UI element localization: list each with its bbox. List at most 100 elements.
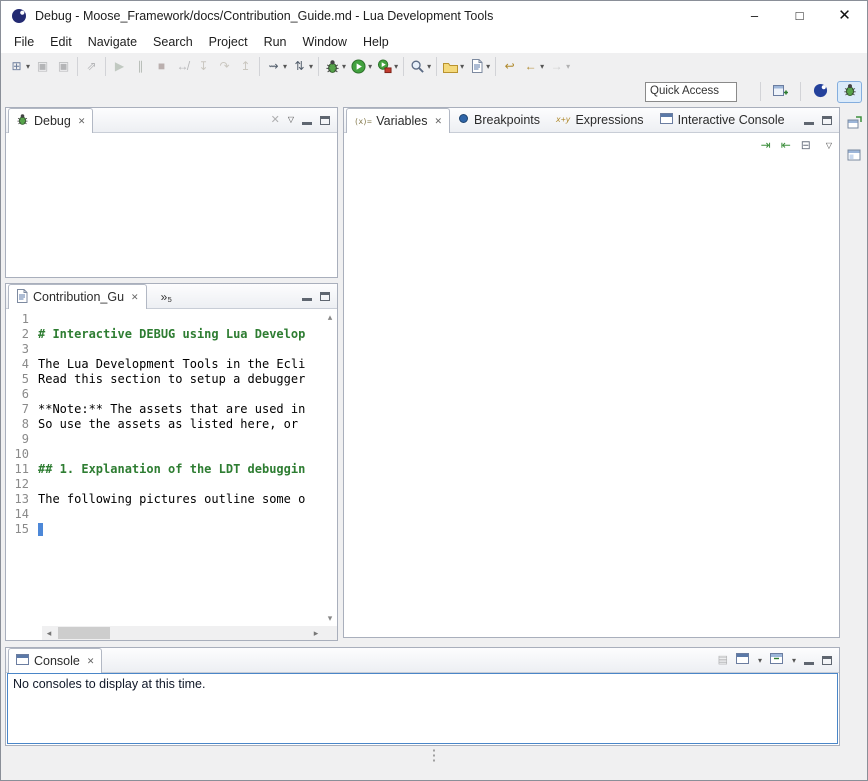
editor-line[interactable]: 6 bbox=[6, 387, 323, 402]
pin-view-icon[interactable]: ⇤ bbox=[781, 138, 791, 152]
line-number[interactable]: 1 bbox=[6, 312, 38, 327]
scrollbar-thumb[interactable] bbox=[58, 627, 110, 639]
tab-breakpoints[interactable]: Breakpoints bbox=[450, 107, 548, 132]
resize-grip[interactable]: ⋮ bbox=[427, 751, 442, 761]
scroll-up-icon[interactable]: ▴ bbox=[328, 312, 333, 323]
line-number[interactable]: 12 bbox=[6, 477, 38, 492]
open-console-icon[interactable] bbox=[770, 653, 783, 667]
menu-item-help[interactable]: Help bbox=[355, 32, 397, 52]
line-number[interactable]: 14 bbox=[6, 507, 38, 522]
sash-vertical[interactable] bbox=[338, 107, 343, 638]
dropdown-arrow-icon[interactable]: ▾ bbox=[792, 656, 796, 665]
tab-expressions[interactable]: x+y Expressions bbox=[548, 107, 652, 132]
maximize-view-button[interactable] bbox=[822, 116, 832, 125]
editor-line[interactable]: 8So use the assets as listed here, or bbox=[6, 417, 323, 432]
instruction-stepping-button[interactable]: ⇅▾ bbox=[289, 55, 315, 77]
tab-debug[interactable]: Debug ✕ bbox=[8, 108, 93, 133]
maximize-view-button[interactable] bbox=[320, 116, 330, 125]
new-lua-project-button[interactable]: ▾ bbox=[440, 55, 466, 77]
editor-line[interactable]: 4The Lua Development Tools in the Ecli bbox=[6, 357, 323, 372]
scroll-right-icon[interactable]: ▸ bbox=[309, 628, 323, 639]
editor-line[interactable]: 14 bbox=[6, 507, 323, 522]
line-number[interactable]: 2 bbox=[6, 327, 38, 342]
forward-button[interactable]: →▾ bbox=[546, 55, 572, 77]
close-icon[interactable]: ✕ bbox=[78, 116, 86, 127]
save-button[interactable]: ▣ bbox=[32, 55, 53, 77]
maximize-view-button[interactable] bbox=[822, 656, 832, 665]
editor-line[interactable]: 12 bbox=[6, 477, 323, 492]
menu-item-file[interactable]: File bbox=[6, 32, 42, 52]
line-number[interactable]: 8 bbox=[6, 417, 38, 432]
editor-line[interactable]: 10 bbox=[6, 447, 323, 462]
editor-line[interactable]: 9 bbox=[6, 432, 323, 447]
line-number[interactable]: 4 bbox=[6, 357, 38, 372]
minimize-view-button[interactable] bbox=[804, 655, 814, 665]
editor-line[interactable]: 2# Interactive DEBUG using Lua Develop bbox=[6, 327, 323, 342]
line-number[interactable]: 9 bbox=[6, 432, 38, 447]
step-filters-button[interactable]: ⇝▾ bbox=[263, 55, 289, 77]
debug-perspective-button[interactable] bbox=[837, 81, 862, 103]
menu-item-edit[interactable]: Edit bbox=[42, 32, 80, 52]
line-number[interactable]: 7 bbox=[6, 402, 38, 417]
step-over-button[interactable]: ↷ bbox=[214, 55, 235, 77]
skip-all-breakpoints-button[interactable]: ⇗ bbox=[81, 55, 102, 77]
line-number[interactable]: 3 bbox=[6, 342, 38, 357]
remove-all-terminated-icon[interactable]: ✕ bbox=[271, 114, 280, 126]
editor-line[interactable]: 13The following pictures outline some o bbox=[6, 492, 323, 507]
pin-console-icon[interactable]: ▤ bbox=[718, 654, 728, 666]
vertical-scrollbar[interactable]: ▴ ▾ bbox=[323, 310, 337, 626]
view-menu-icon[interactable]: ▽ bbox=[826, 141, 832, 150]
menu-item-project[interactable]: Project bbox=[201, 32, 256, 52]
menu-item-search[interactable]: Search bbox=[145, 32, 201, 52]
external-tools-button[interactable]: ▾ bbox=[374, 55, 400, 77]
scroll-left-icon[interactable]: ◂ bbox=[42, 628, 56, 639]
tab-variables[interactable]: (x)= Variables ✕ bbox=[346, 108, 450, 133]
minimize-view-button[interactable] bbox=[302, 291, 312, 301]
tab-console[interactable]: Console ✕ bbox=[8, 648, 102, 673]
debug-button[interactable]: ▾ bbox=[322, 55, 348, 77]
disconnect-button[interactable]: ↮ bbox=[172, 55, 193, 77]
scroll-down-icon[interactable]: ▾ bbox=[328, 613, 333, 624]
close-icon[interactable]: ✕ bbox=[87, 656, 95, 667]
close-icon[interactable]: ✕ bbox=[131, 292, 139, 303]
tab-interactive-console[interactable]: Interactive Console bbox=[652, 107, 793, 132]
view-menu-icon[interactable]: ▽ bbox=[288, 114, 294, 126]
search-tool-button[interactable]: ▾ bbox=[407, 55, 433, 77]
close-icon[interactable]: ✕ bbox=[434, 116, 442, 127]
show-logical-structure-icon[interactable]: ⇥ bbox=[761, 138, 771, 152]
line-number[interactable]: 6 bbox=[6, 387, 38, 402]
dropdown-arrow-icon[interactable]: ▾ bbox=[758, 656, 762, 665]
maximize-view-button[interactable] bbox=[320, 292, 330, 301]
line-number[interactable]: 11 bbox=[6, 462, 38, 477]
new-lua-file-button[interactable]: ▾ bbox=[466, 55, 492, 77]
close-window-button[interactable]: ✕ bbox=[822, 1, 867, 31]
display-selected-console-icon[interactable] bbox=[736, 653, 749, 667]
suspend-button[interactable]: ∥ bbox=[130, 55, 151, 77]
scrollbar-track[interactable] bbox=[56, 626, 309, 640]
menu-item-window[interactable]: Window bbox=[295, 32, 355, 52]
collapse-all-icon[interactable]: ⊟ bbox=[801, 138, 811, 152]
sash-debug-editor[interactable] bbox=[5, 278, 338, 283]
editor-tab-overflow[interactable]: »₅ bbox=[161, 290, 173, 304]
line-number[interactable]: 13 bbox=[6, 492, 38, 507]
editor-line[interactable]: 15 bbox=[6, 522, 323, 537]
restore-view-stack-button[interactable] bbox=[844, 146, 864, 166]
editor-line[interactable]: 1 bbox=[6, 312, 323, 327]
editor-line[interactable]: 5Read this section to setup a debugger bbox=[6, 372, 323, 387]
editor-line[interactable]: 3 bbox=[6, 342, 323, 357]
console-body[interactable]: No consoles to display at this time. bbox=[7, 673, 838, 744]
quick-access-field[interactable]: Quick Access bbox=[645, 82, 737, 102]
menu-item-run[interactable]: Run bbox=[256, 32, 295, 52]
sash-console[interactable] bbox=[5, 641, 840, 647]
tab-contribution-guide[interactable]: Contribution_Gu ✕ bbox=[8, 284, 147, 309]
editor-line[interactable]: 11## 1. Explanation of the LDT debuggin bbox=[6, 462, 323, 477]
horizontal-scrollbar[interactable]: ◂ ▸ bbox=[42, 626, 323, 640]
menu-item-navigate[interactable]: Navigate bbox=[80, 32, 145, 52]
back-button[interactable]: ←▾ bbox=[520, 55, 546, 77]
minimize-window-button[interactable]: – bbox=[732, 1, 777, 31]
lua-perspective-button[interactable] bbox=[808, 81, 833, 103]
new-wizard-button[interactable]: ⊞▾ bbox=[6, 55, 32, 77]
minimize-view-button[interactable] bbox=[302, 115, 312, 125]
resume-button[interactable]: ▶ bbox=[109, 55, 130, 77]
open-perspective-button[interactable] bbox=[768, 81, 793, 103]
